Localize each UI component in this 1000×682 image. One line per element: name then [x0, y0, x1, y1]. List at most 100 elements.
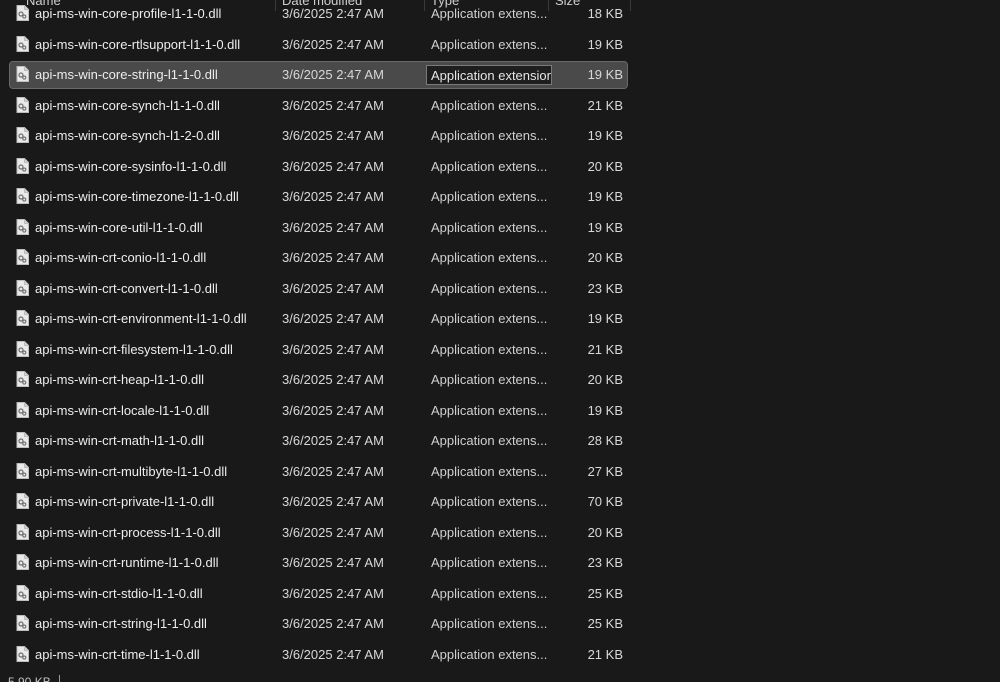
file-date-modified: 3/6/2025 2:47 AM: [282, 250, 384, 265]
file-row[interactable]: api-ms-win-crt-runtime-l1-1-0.dll 3/6/202…: [10, 550, 627, 576]
file-type: Application extens...: [431, 220, 548, 235]
file-size: 19 KB: [587, 220, 623, 235]
file-size: 23 KB: [587, 555, 623, 570]
file-type: Application extens...: [431, 281, 548, 296]
file-type: Application extension: [426, 65, 552, 85]
file-row[interactable]: api-ms-win-crt-environment-l1-1-0.dll 3/6…: [10, 306, 627, 332]
file-date-modified: 3/6/2025 2:47 AM: [282, 372, 384, 387]
file-row[interactable]: api-ms-win-crt-conio-l1-1-0.dll 3/6/2025 …: [10, 245, 627, 271]
file-row[interactable]: api-ms-win-core-util-l1-1-0.dll 3/6/2025 …: [10, 215, 627, 241]
file-type: Application extens...: [431, 128, 548, 143]
file-type: Application extens...: [431, 433, 548, 448]
file-row[interactable]: api-ms-win-core-profile-l1-1-0.dll 3/6/20…: [10, 1, 627, 27]
status-bar: 5.90 KB: [0, 672, 1000, 682]
file-row[interactable]: api-ms-win-crt-multibyte-l1-1-0.dll 3/6/2…: [10, 459, 627, 485]
file-size: 20 KB: [587, 159, 623, 174]
file-type: Application extens...: [431, 6, 548, 21]
file-date-modified: 3/6/2025 2:47 AM: [282, 647, 384, 662]
file-row[interactable]: api-ms-win-core-timezone-l1-1-0.dll 3/6/2…: [10, 184, 627, 210]
file-type: Application extens...: [431, 342, 548, 357]
dll-file-icon: [16, 158, 29, 174]
file-row[interactable]: api-ms-win-core-string-l1-1-0.dll 3/6/202…: [9, 61, 628, 89]
file-row[interactable]: api-ms-win-crt-process-l1-1-0.dll 3/6/202…: [10, 520, 627, 546]
file-name: api-ms-win-crt-process-l1-1-0.dll: [35, 525, 221, 540]
file-type: Application extens...: [431, 98, 548, 113]
file-name: api-ms-win-core-profile-l1-1-0.dll: [35, 6, 222, 21]
file-type: Application extens...: [431, 525, 548, 540]
file-size: 25 KB: [587, 586, 623, 601]
file-name: api-ms-win-crt-filesystem-l1-1-0.dll: [35, 342, 233, 357]
dll-file-icon: [16, 646, 29, 662]
file-row[interactable]: api-ms-win-crt-math-l1-1-0.dll 3/6/2025 2…: [10, 428, 627, 454]
file-row[interactable]: api-ms-win-crt-convert-l1-1-0.dll 3/6/202…: [10, 276, 627, 302]
file-name: api-ms-win-crt-time-l1-1-0.dll: [35, 647, 200, 662]
file-date-modified: 3/6/2025 2:47 AM: [282, 586, 384, 601]
file-name: api-ms-win-crt-multibyte-l1-1-0.dll: [35, 464, 228, 479]
dll-file-icon: [16, 341, 29, 357]
file-name: api-ms-win-core-rtlsupport-l1-1-0.dll: [35, 37, 241, 52]
file-type: Application extens...: [431, 311, 548, 326]
file-name: api-ms-win-core-util-l1-1-0.dll: [35, 220, 203, 235]
dll-file-icon: [16, 371, 29, 387]
dll-file-icon: [16, 280, 29, 296]
dll-file-icon: [16, 524, 29, 540]
dll-file-icon: [16, 219, 29, 235]
dll-file-icon: [16, 5, 29, 21]
file-row[interactable]: api-ms-win-crt-time-l1-1-0.dll 3/6/2025 2…: [10, 642, 627, 668]
status-selected-size: 5.90 KB: [8, 675, 51, 682]
file-name: api-ms-win-crt-environment-l1-1-0.dll: [35, 311, 247, 326]
file-row[interactable]: api-ms-win-core-rtlsupport-l1-1-0.dll 3/6…: [10, 32, 627, 58]
file-date-modified: 3/6/2025 2:47 AM: [282, 220, 384, 235]
file-name: api-ms-win-crt-runtime-l1-1-0.dll: [35, 555, 219, 570]
file-date-modified: 3/6/2025 2:47 AM: [282, 281, 384, 296]
file-name: api-ms-win-core-synch-l1-1-0.dll: [35, 98, 220, 113]
file-size: 70 KB: [587, 494, 623, 509]
file-name: api-ms-win-core-string-l1-1-0.dll: [35, 67, 218, 82]
dll-file-icon: [16, 402, 29, 418]
file-date-modified: 3/6/2025 2:47 AM: [282, 311, 384, 326]
file-size: 23 KB: [587, 281, 623, 296]
file-type: Application extens...: [431, 403, 548, 418]
file-date-modified: 3/6/2025 2:47 AM: [282, 403, 384, 418]
file-name: api-ms-win-crt-convert-l1-1-0.dll: [35, 281, 218, 296]
dll-file-icon: [16, 615, 29, 631]
file-name: api-ms-win-crt-private-l1-1-0.dll: [35, 494, 215, 509]
file-name: api-ms-win-core-synch-l1-2-0.dll: [35, 128, 220, 143]
dll-file-icon: [16, 493, 29, 509]
file-name: api-ms-win-crt-stdio-l1-1-0.dll: [35, 586, 203, 601]
dll-file-icon: [16, 310, 29, 326]
file-date-modified: 3/6/2025 2:47 AM: [282, 37, 384, 52]
file-date-modified: 3/6/2025 2:47 AM: [282, 6, 384, 21]
file-date-modified: 3/6/2025 2:47 AM: [282, 128, 384, 143]
file-date-modified: 3/6/2025 2:47 AM: [282, 159, 384, 174]
file-date-modified: 3/6/2025 2:47 AM: [282, 464, 384, 479]
file-size: 19 KB: [587, 403, 623, 418]
file-row[interactable]: api-ms-win-core-synch-l1-2-0.dll 3/6/2025…: [10, 123, 627, 149]
file-name: api-ms-win-crt-string-l1-1-0.dll: [35, 616, 207, 631]
file-size: 19 KB: [587, 37, 623, 52]
file-type: Application extens...: [431, 372, 548, 387]
file-row[interactable]: api-ms-win-crt-heap-l1-1-0.dll 3/6/2025 2…: [10, 367, 627, 393]
file-size: 21 KB: [587, 647, 623, 662]
file-type: Application extens...: [431, 555, 548, 570]
file-row[interactable]: api-ms-win-core-synch-l1-1-0.dll 3/6/2025…: [10, 93, 627, 119]
dll-file-icon: [16, 585, 29, 601]
file-date-modified: 3/6/2025 2:47 AM: [282, 616, 384, 631]
file-row[interactable]: api-ms-win-crt-string-l1-1-0.dll 3/6/2025…: [10, 611, 627, 637]
column-divider[interactable]: [630, 0, 631, 11]
file-row[interactable]: api-ms-win-crt-private-l1-1-0.dll 3/6/202…: [10, 489, 627, 515]
file-name: api-ms-win-core-sysinfo-l1-1-0.dll: [35, 159, 227, 174]
file-size: 21 KB: [587, 98, 623, 113]
file-size: 18 KB: [587, 6, 623, 21]
file-row[interactable]: api-ms-win-crt-stdio-l1-1-0.dll 3/6/2025 …: [10, 581, 627, 607]
dll-file-icon: [16, 97, 29, 113]
file-row[interactable]: api-ms-win-crt-locale-l1-1-0.dll 3/6/2025…: [10, 398, 627, 424]
file-type: Application extens...: [431, 647, 548, 662]
file-size: 19 KB: [587, 128, 623, 143]
file-name: api-ms-win-crt-locale-l1-1-0.dll: [35, 403, 210, 418]
file-row[interactable]: api-ms-win-crt-filesystem-l1-1-0.dll 3/6/…: [10, 337, 627, 363]
file-date-modified: 3/6/2025 2:47 AM: [282, 525, 384, 540]
file-date-modified: 3/6/2025 2:47 AM: [282, 555, 384, 570]
file-explorer-window: Name Date modified Type Size api-ms-win-…: [0, 0, 1000, 682]
file-row[interactable]: api-ms-win-core-sysinfo-l1-1-0.dll 3/6/20…: [10, 154, 627, 180]
